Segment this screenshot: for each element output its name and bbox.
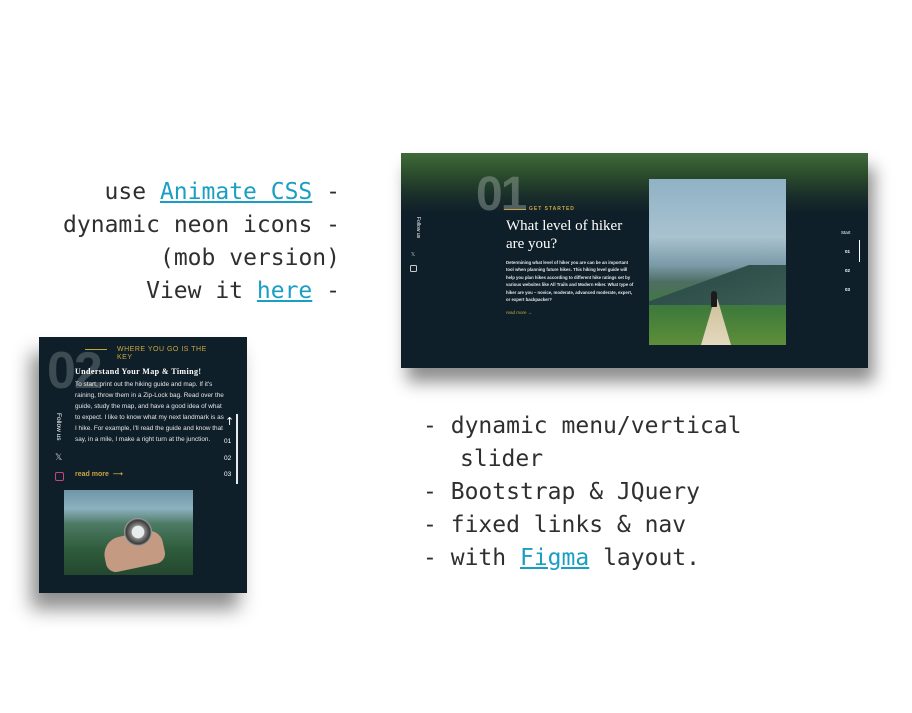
feature-list: - dynamic menu/vertical slider - Bootstr… <box>423 410 742 575</box>
read-more-link[interactable]: read more → <box>506 310 532 315</box>
read-more-label: read more <box>75 471 109 478</box>
instagram-icon[interactable] <box>410 265 417 272</box>
nav-item-03[interactable]: 03 <box>224 471 231 478</box>
slide-eyebrow: WHERE YOU GO IS THE KEY <box>117 346 207 361</box>
project-description: use Animate CSS - dynamic neon icons - (… <box>63 176 340 308</box>
animate-css-link[interactable]: Animate CSS <box>160 179 312 205</box>
slide-body: Determining what level of hiker you are … <box>506 260 634 303</box>
nav-item-02[interactable]: 02 <box>845 268 850 273</box>
slide-eyebrow: GET STARTED <box>529 206 575 212</box>
slide-title: What level of hiker are you? <box>506 218 623 252</box>
accent-line <box>504 209 526 210</box>
hiker-photo <box>649 179 786 345</box>
follow-us-label: Follow us <box>55 413 62 441</box>
slide-number: 01 <box>476 168 527 221</box>
nav-indicator <box>859 240 860 262</box>
follow-us-label: Follow us <box>415 217 421 239</box>
slide-body: To start, print out the hiking guide and… <box>75 381 224 443</box>
mobile-preview: 02 WHERE YOU GO IS THE KEY Understand Yo… <box>39 337 247 593</box>
arrow-right-icon: ⟶ <box>112 471 123 478</box>
nav-item-03[interactable]: 03 <box>845 287 850 292</box>
nav-item-01[interactable]: 01 <box>845 249 850 254</box>
arrow-up-icon[interactable]: ↑ <box>225 415 234 428</box>
photo-hiker <box>711 291 717 307</box>
description-dash: - <box>326 278 340 304</box>
figma-link[interactable]: Figma <box>520 545 589 571</box>
instagram-icon[interactable] <box>55 472 64 481</box>
description-line-2: dynamic neon icons - <box>63 212 340 238</box>
x-icon[interactable]: 𝕏 <box>55 453 62 463</box>
description-dash: - <box>326 179 340 205</box>
x-icon[interactable]: 𝕏 <box>411 252 415 258</box>
slide-title: Understand Your Map & Timing! <box>75 367 202 376</box>
description-line-4: View it here - <box>63 275 340 308</box>
feature-item-continued: slider <box>460 446 544 472</box>
desktop-preview: 01 GET STARTED What level of hiker are y… <box>401 153 868 368</box>
compass-icon <box>124 518 152 546</box>
nav-start[interactable]: Start <box>841 230 851 235</box>
compass-photo <box>64 490 193 575</box>
description-text: use <box>104 179 147 205</box>
nav-indicator <box>236 414 238 484</box>
feature-item: - dynamic menu/vertical <box>423 413 742 439</box>
description-line-1: use Animate CSS - <box>63 176 340 209</box>
read-more-link[interactable]: read more ⟶ <box>75 470 123 478</box>
accent-line <box>85 349 107 350</box>
feature-item: - Bootstrap & JQuery <box>423 479 700 505</box>
view-here-link[interactable]: here <box>257 278 312 304</box>
description-line-3: (mob version) <box>159 245 340 271</box>
nav-item-02[interactable]: 02 <box>224 455 231 462</box>
description-text: View it <box>146 278 244 304</box>
nav-item-01[interactable]: 01 <box>224 438 231 445</box>
feature-item: - with Figma layout. <box>423 545 700 571</box>
feature-item: - fixed links & nav <box>423 512 687 538</box>
mountain-backdrop <box>401 153 868 213</box>
